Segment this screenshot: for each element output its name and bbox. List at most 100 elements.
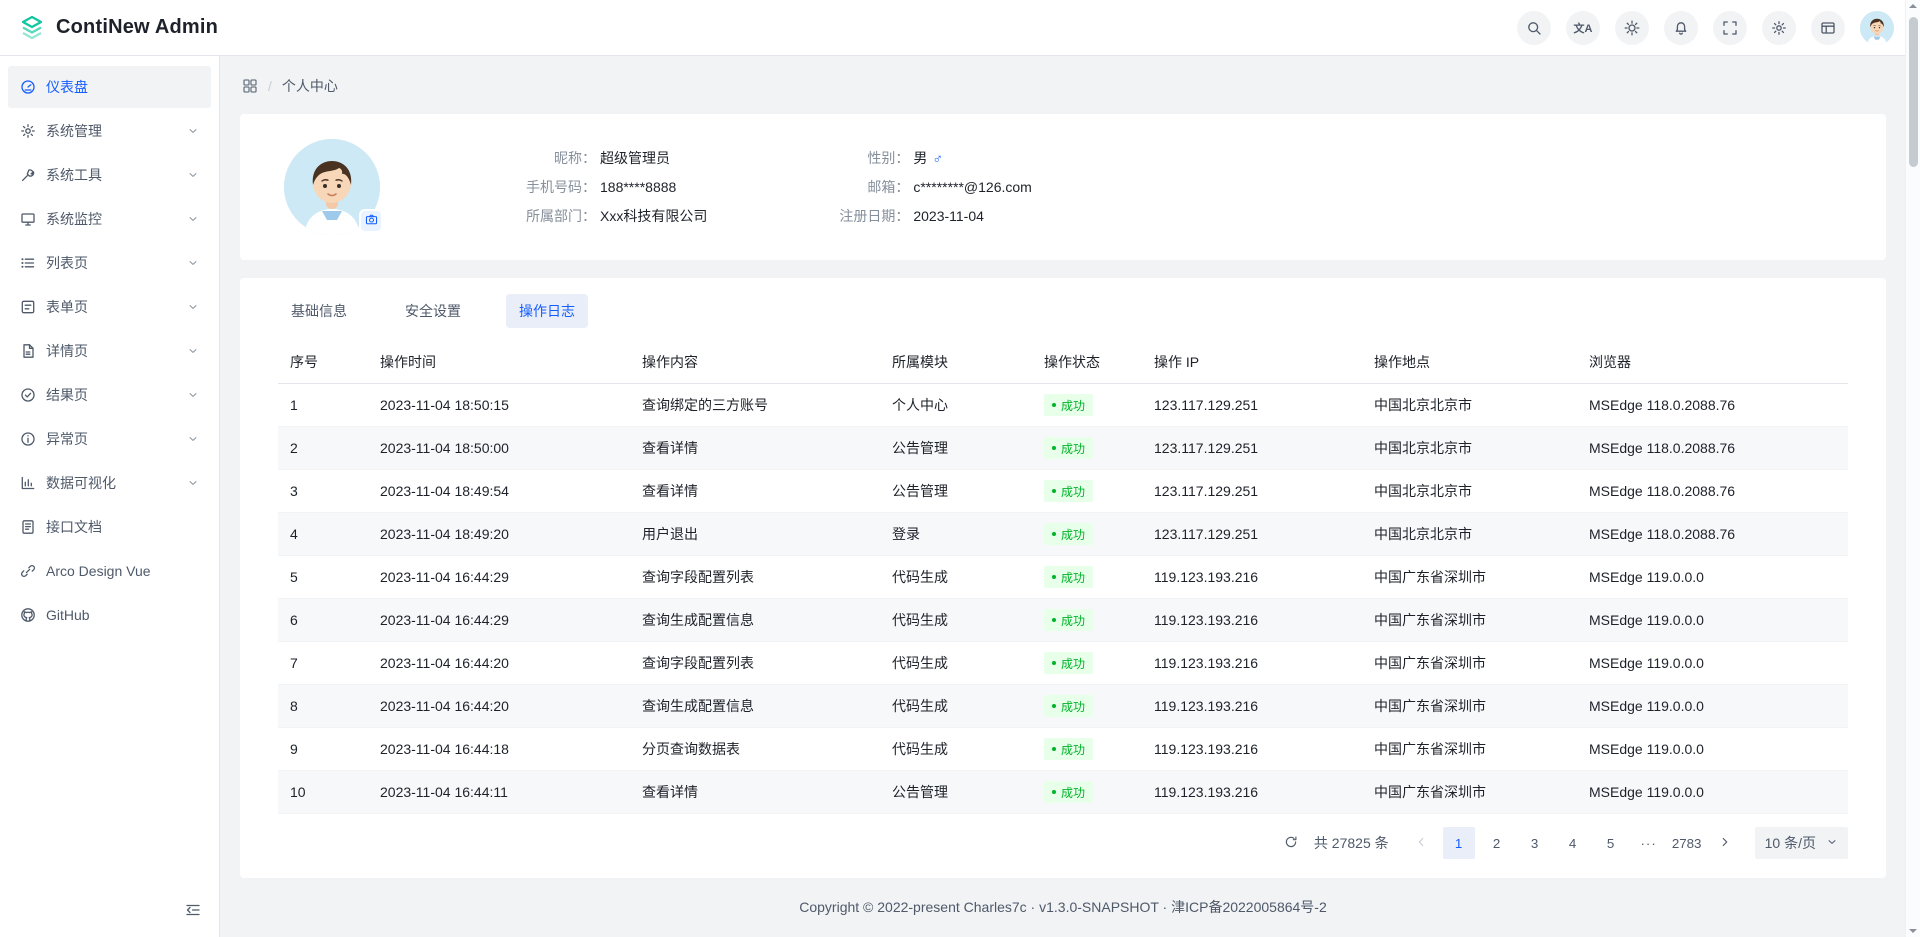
scroll-up-arrow-icon[interactable] <box>1909 4 1917 8</box>
sidebar-item-detail-page[interactable]: 详情页 <box>8 330 211 372</box>
layout-button[interactable] <box>1811 11 1845 45</box>
page-size-select[interactable]: 10 条/页 <box>1755 827 1848 859</box>
refresh-icon <box>1284 835 1298 852</box>
sidebar-nav: 仪表盘系统管理系统工具系统监控列表页表单页详情页结果页异常页数据可视化接口文档A… <box>0 66 219 636</box>
table-row: 102023-11-04 16:44:11查看详情公告管理成功119.123.1… <box>278 771 1848 814</box>
page-button-2783[interactable]: 2783 <box>1671 827 1703 859</box>
cell-no: 3 <box>278 470 368 513</box>
cell-status: 成功 <box>1032 685 1142 728</box>
cell-ip: 119.123.193.216 <box>1142 556 1362 599</box>
menu-fold-icon <box>185 902 201 921</box>
tab-security-settings[interactable]: 安全设置 <box>392 294 474 328</box>
field-label: 手机号码： <box>512 176 596 198</box>
operation-log-table: 序号操作时间操作内容所属模块操作状态操作 IP操作地点浏览器 12023-11-… <box>278 342 1848 815</box>
sidebar-item-system-monitor[interactable]: 系统监控 <box>8 198 211 240</box>
column-header: 所属模块 <box>880 342 1032 384</box>
search-button[interactable] <box>1517 11 1551 45</box>
gear-icon <box>20 123 36 139</box>
sidebar-item-api-docs[interactable]: 接口文档 <box>8 506 211 548</box>
sidebar-item-list-page[interactable]: 列表页 <box>8 242 211 284</box>
refresh-button[interactable] <box>1278 830 1304 856</box>
pagination: 共 27825 条 12345···2783 10 条/页 <box>278 814 1848 868</box>
cell-location: 中国北京北京市 <box>1362 427 1577 470</box>
scrollbar-thumb[interactable] <box>1909 17 1918 167</box>
profile-info: 昵称：超级管理员手机号码：188****8888所属部门：Xxx科技有限公司性别… <box>512 147 1032 227</box>
chevron-down-icon <box>187 213 199 225</box>
fullscreen-button[interactable] <box>1713 11 1747 45</box>
scroll-down-arrow-icon[interactable] <box>1909 929 1917 933</box>
sidebar-item-result-page[interactable]: 结果页 <box>8 374 211 416</box>
page-button-4[interactable]: 4 <box>1557 827 1589 859</box>
page-ellipsis[interactable]: ··· <box>1633 827 1665 859</box>
page-button-3[interactable]: 3 <box>1519 827 1551 859</box>
table-row: 92023-11-04 16:44:18分页查询数据表代码生成成功119.123… <box>278 728 1848 771</box>
status-badge: 成功 <box>1044 738 1093 760</box>
sidebar-item-dashboard[interactable]: 仪表盘 <box>8 66 211 108</box>
column-header: 浏览器 <box>1577 342 1848 384</box>
chart-icon <box>20 475 36 491</box>
dashboard-icon <box>20 79 36 95</box>
status-dot-icon <box>1052 489 1056 493</box>
profile-card: 昵称：超级管理员手机号码：188****8888所属部门：Xxx科技有限公司性别… <box>240 114 1886 260</box>
app-logo-icon <box>18 14 46 42</box>
sidebar-item-system-management[interactable]: 系统管理 <box>8 110 211 152</box>
sidebar-item-github[interactable]: GitHub <box>8 594 211 636</box>
settings-button[interactable] <box>1762 11 1796 45</box>
page-button-5[interactable]: 5 <box>1595 827 1627 859</box>
page-button-2[interactable]: 2 <box>1481 827 1513 859</box>
cell-time: 2023-11-04 16:44:29 <box>368 599 630 642</box>
search-icon <box>1526 20 1542 36</box>
column-header: 操作内容 <box>630 342 880 384</box>
notifications-button[interactable] <box>1664 11 1698 45</box>
page-scrollbar[interactable] <box>1905 0 1920 937</box>
sidebar-item-form-page[interactable]: 表单页 <box>8 286 211 328</box>
column-header: 操作状态 <box>1032 342 1142 384</box>
field-label: 注册日期： <box>825 205 909 227</box>
cell-ip: 123.117.129.251 <box>1142 384 1362 427</box>
cell-browser: MSEdge 118.0.2088.76 <box>1577 427 1848 470</box>
status-dot-icon <box>1052 704 1056 708</box>
theme-button[interactable] <box>1615 11 1649 45</box>
page-list: 12345···2783 <box>1443 827 1703 859</box>
status-dot-icon <box>1052 532 1056 536</box>
chevron-left-icon <box>1414 835 1428 852</box>
tab-basic-info[interactable]: 基础信息 <box>278 294 360 328</box>
page-button-1[interactable]: 1 <box>1443 827 1475 859</box>
cell-ip: 119.123.193.216 <box>1142 599 1362 642</box>
copyright-text: Copyright © 2022-present Charles7c · v1.… <box>799 899 1327 915</box>
sidebar-item-exception-page[interactable]: 异常页 <box>8 418 211 460</box>
cell-location: 中国广东省深圳市 <box>1362 556 1577 599</box>
sidebar-item-system-tools[interactable]: 系统工具 <box>8 154 211 196</box>
cell-status: 成功 <box>1032 470 1142 513</box>
collapse-sidebar-button[interactable] <box>179 897 207 925</box>
table-row: 32023-11-04 18:49:54查看详情公告管理成功123.117.12… <box>278 470 1848 513</box>
cell-browser: MSEdge 118.0.2088.76 <box>1577 513 1848 556</box>
translate-button[interactable]: 文A <box>1566 11 1600 45</box>
tab-operation-log[interactable]: 操作日志 <box>506 294 588 328</box>
sidebar-item-arco-design-vue[interactable]: Arco Design Vue <box>8 550 211 592</box>
cell-content: 查询生成配置信息 <box>630 599 880 642</box>
sidebar-item-data-visualization[interactable]: 数据可视化 <box>8 462 211 504</box>
column-header: 操作地点 <box>1362 342 1577 384</box>
cell-location: 中国北京北京市 <box>1362 513 1577 556</box>
cell-browser: MSEdge 119.0.0.0 <box>1577 728 1848 771</box>
cell-no: 5 <box>278 556 368 599</box>
cell-ip: 123.117.129.251 <box>1142 427 1362 470</box>
cell-time: 2023-11-04 18:49:20 <box>368 513 630 556</box>
column-header: 操作时间 <box>368 342 630 384</box>
apps-icon[interactable] <box>242 78 258 94</box>
cell-no: 10 <box>278 771 368 814</box>
cell-location: 中国广东省深圳市 <box>1362 771 1577 814</box>
cell-module: 个人中心 <box>880 384 1032 427</box>
cell-content: 查看详情 <box>630 427 880 470</box>
profile-tabs: 基础信息安全设置操作日志 <box>278 294 1848 328</box>
fullscreen-icon <box>1722 20 1738 36</box>
change-avatar-button[interactable] <box>359 209 383 233</box>
field-value: 188****8888 <box>600 176 676 198</box>
user-avatar[interactable] <box>1860 11 1894 45</box>
next-page-button[interactable] <box>1709 827 1741 859</box>
table-row: 22023-11-04 18:50:00查看详情公告管理成功123.117.12… <box>278 427 1848 470</box>
chevron-down-icon <box>187 345 199 357</box>
layout-icon <box>1820 20 1836 36</box>
prev-page-button[interactable] <box>1405 827 1437 859</box>
